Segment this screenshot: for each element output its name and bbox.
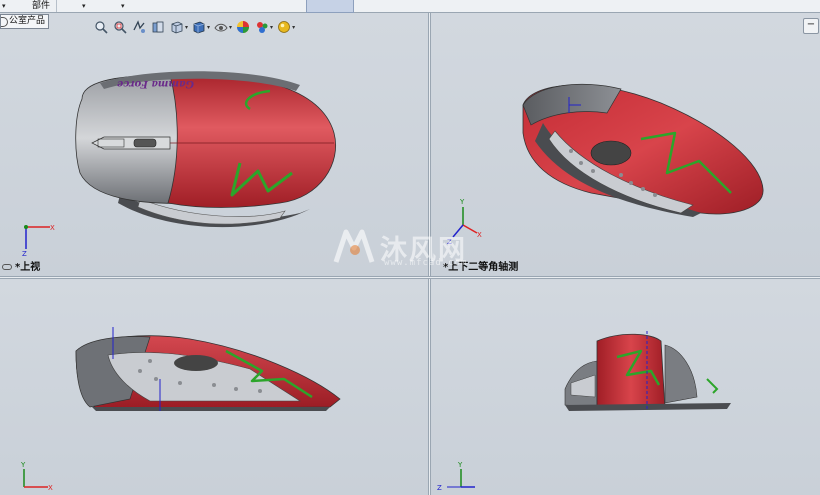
active-tab-highlight[interactable]: [306, 0, 354, 13]
feature-breadcrumb[interactable]: 公室产品: [0, 14, 50, 29]
tab-dropdown-arrow-3[interactable]: ▾: [121, 1, 125, 11]
section-view-icon[interactable]: [150, 19, 166, 35]
minus-icon: −: [806, 19, 816, 30]
view-settings-icon[interactable]: [276, 19, 292, 35]
viewport-isometric[interactable]: Y X Z *上下二等角轴测: [431, 13, 820, 276]
svg-text:X: X: [48, 484, 53, 492]
tab-dropdown-arrow[interactable]: ▾: [2, 1, 6, 11]
svg-text:Y: Y: [457, 461, 463, 469]
apply-scene-icon[interactable]: [254, 19, 270, 35]
tab-parts[interactable]: 部件: [26, 0, 58, 12]
coordinate-triad-right: Y Z: [437, 461, 475, 492]
svg-text:Y: Y: [459, 198, 465, 206]
mouse-model-top-view: Gamma Force X Z: [22, 71, 336, 258]
coordinate-triad: X Z: [22, 224, 55, 258]
zoom-area-icon[interactable]: [112, 19, 128, 35]
edit-appearance-icon[interactable]: [235, 19, 251, 35]
breadcrumb-arrow-icon: [1, 16, 8, 27]
view-label-isometric: *上下二等角轴测: [443, 262, 519, 273]
svg-text:Z: Z: [22, 250, 27, 258]
previous-view-icon[interactable]: [131, 19, 147, 35]
mouse-model-right-view: Y Z: [437, 331, 731, 492]
breadcrumb-label: 公室产品: [9, 16, 46, 26]
document-tab-bar: ▾ 部件 ▾ ▾: [0, 0, 820, 13]
viewport-top-view[interactable]: Gamma Force X Z *上视: [0, 13, 428, 276]
mouse-model-side-view: Y X: [20, 327, 341, 492]
logo-text: Gamma Force: [117, 78, 194, 89]
viewport-divider-vertical[interactable]: [428, 13, 431, 495]
svg-text:X: X: [477, 231, 482, 239]
svg-text:Z: Z: [437, 484, 442, 492]
svg-text:Z: Z: [447, 238, 452, 246]
viewport-restore-button[interactable]: −: [803, 18, 819, 34]
display-style-icon[interactable]: [191, 19, 207, 35]
heads-up-view-toolbar: ▾ ▾ ▾ ▾ ▾: [93, 18, 295, 36]
view-orientation-icon[interactable]: [169, 19, 185, 35]
viewport-front-view[interactable]: Y X: [0, 279, 428, 495]
view-label-top: *上视: [2, 262, 40, 274]
coordinate-triad-iso: Y X Z: [447, 198, 482, 246]
hide-show-items-icon[interactable]: [213, 19, 229, 35]
mouse-model-isometric: Y X Z: [447, 83, 764, 246]
coordinate-triad-front: Y X: [20, 461, 53, 492]
link-views-icon[interactable]: [2, 264, 12, 270]
view-label-top-text: *上视: [15, 262, 41, 273]
viewport-right-view[interactable]: Y Z: [431, 279, 820, 495]
svg-text:Y: Y: [20, 461, 26, 469]
zoom-to-fit-icon[interactable]: [93, 19, 109, 35]
tab-dropdown-arrow-2[interactable]: ▾: [82, 1, 86, 11]
viewport-divider-horizontal[interactable]: [0, 276, 820, 279]
svg-text:X: X: [50, 224, 55, 232]
